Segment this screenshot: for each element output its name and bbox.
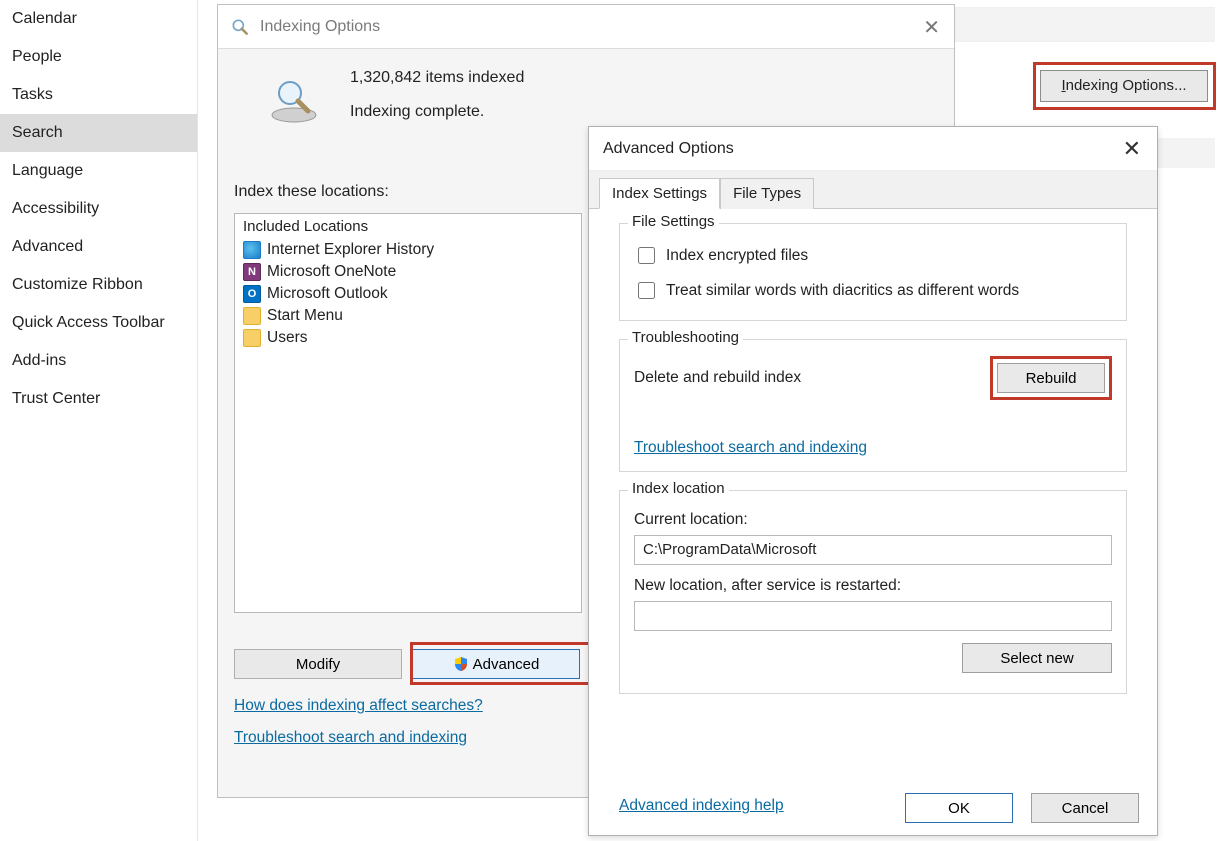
new-location-path	[634, 601, 1112, 631]
advanced-options-footer: OK Cancel	[905, 793, 1139, 823]
sidebar-item-advanced[interactable]: Advanced	[0, 228, 197, 266]
sidebar-item-trust-center[interactable]: Trust Center	[0, 380, 197, 418]
tab-file-types[interactable]: File Types	[720, 178, 814, 209]
advanced-options-titlebar: Advanced Options ✕	[589, 127, 1157, 171]
file-settings-group: File Settings Index encrypted files Trea…	[619, 223, 1127, 321]
close-icon[interactable]: ✕	[923, 15, 940, 40]
advanced-options-content: File Settings Index encrypted files Trea…	[589, 209, 1157, 783]
sidebar-item-quick-access-toolbar[interactable]: Quick Access Toolbar	[0, 304, 197, 342]
cancel-button[interactable]: Cancel	[1031, 793, 1139, 823]
sidebar-item-accessibility[interactable]: Accessibility	[0, 190, 197, 228]
diacritics-checkbox[interactable]	[638, 282, 655, 299]
indexing-options-button-label: Indexing Options...	[1061, 77, 1186, 94]
rebuild-button[interactable]: Rebuild	[997, 363, 1105, 393]
options-sidebar: Calendar People Tasks Search Language Ac…	[0, 0, 198, 841]
list-item: Start Menu	[235, 305, 581, 327]
indexing-options-titlebar: Indexing Options ✕	[218, 5, 954, 49]
sidebar-item-calendar[interactable]: Calendar	[0, 0, 197, 38]
delete-rebuild-label: Delete and rebuild index	[634, 369, 801, 387]
highlight-rebuild-button: Rebuild	[990, 356, 1112, 400]
included-locations-header: Included Locations	[235, 214, 581, 239]
troubleshooting-legend: Troubleshooting	[628, 329, 743, 346]
advanced-indexing-help-link[interactable]: Advanced indexing help	[619, 797, 784, 814]
indexing-status-label: Indexing complete.	[350, 103, 524, 121]
folder-icon	[243, 307, 261, 325]
file-settings-legend: File Settings	[628, 213, 719, 230]
select-new-button[interactable]: Select new	[962, 643, 1112, 673]
sidebar-item-tasks[interactable]: Tasks	[0, 76, 197, 114]
index-location-legend: Index location	[628, 480, 729, 497]
location-label: Microsoft OneNote	[267, 263, 396, 281]
list-item: Internet Explorer History	[235, 239, 581, 261]
location-label: Start Menu	[267, 307, 343, 325]
uac-shield-icon	[453, 656, 469, 672]
advanced-options-tabs: Index Settings File Types	[589, 171, 1157, 209]
current-location-label: Current location:	[634, 511, 1112, 529]
advanced-options-title: Advanced Options	[603, 140, 734, 158]
how-does-indexing-affect-link[interactable]: How does indexing affect searches?	[234, 697, 483, 715]
sidebar-item-search[interactable]: Search	[0, 114, 197, 152]
troubleshoot-search-indexing-link[interactable]: Troubleshoot search and indexing	[634, 439, 867, 456]
troubleshoot-search-link[interactable]: Troubleshoot search and indexing	[234, 729, 483, 747]
index-location-group: Index location Current location: C:\Prog…	[619, 490, 1127, 694]
indexing-options-button[interactable]: Indexing Options...	[1040, 70, 1208, 102]
sidebar-item-language[interactable]: Language	[0, 152, 197, 190]
onenote-icon: N	[243, 263, 261, 281]
items-indexed-label: 1,320,842 items indexed	[350, 69, 524, 87]
location-label: Internet Explorer History	[267, 241, 434, 259]
diacritics-label: Treat similar words with diacritics as d…	[666, 282, 1019, 300]
diacritics-checkbox-row[interactable]: Treat similar words with diacritics as d…	[634, 279, 1112, 302]
advanced-options-dialog: Advanced Options ✕ Index Settings File T…	[588, 126, 1158, 836]
close-icon[interactable]: ✕	[1123, 136, 1141, 162]
outlook-icon: O	[243, 285, 261, 303]
advanced-button[interactable]: Advanced	[412, 649, 580, 679]
location-label: Users	[267, 329, 307, 347]
sidebar-item-add-ins[interactable]: Add-ins	[0, 342, 197, 380]
ie-icon	[243, 241, 261, 259]
indexing-options-button-row: Modify Advanced	[234, 649, 580, 679]
index-encrypted-checkbox[interactable]	[638, 247, 655, 264]
folder-icon	[243, 329, 261, 347]
advanced-button-label: Advanced	[473, 656, 540, 673]
ok-button[interactable]: OK	[905, 793, 1013, 823]
sidebar-item-customize-ribbon[interactable]: Customize Ribbon	[0, 266, 197, 304]
options-pane-bg-top	[955, 7, 1215, 42]
list-item: Users	[235, 327, 581, 349]
indexing-options-title: Indexing Options	[260, 18, 380, 36]
io-links-area: How does indexing affect searches? Troub…	[234, 697, 483, 761]
index-encrypted-checkbox-row[interactable]: Index encrypted files	[634, 244, 1112, 267]
magnifier-large-icon	[264, 75, 324, 125]
troubleshooting-group: Troubleshooting Delete and rebuild index…	[619, 339, 1127, 472]
tab-index-settings[interactable]: Index Settings	[599, 178, 720, 209]
modify-button[interactable]: Modify	[234, 649, 402, 679]
current-location-path: C:\ProgramData\Microsoft	[634, 535, 1112, 565]
new-location-label: New location, after service is restarted…	[634, 577, 1112, 595]
included-locations-list[interactable]: Included Locations Internet Explorer His…	[234, 213, 582, 613]
sidebar-item-people[interactable]: People	[0, 38, 197, 76]
list-item: O Microsoft Outlook	[235, 283, 581, 305]
magnifier-icon	[230, 17, 250, 37]
location-label: Microsoft Outlook	[267, 285, 388, 303]
list-item: N Microsoft OneNote	[235, 261, 581, 283]
index-encrypted-label: Index encrypted files	[666, 247, 808, 265]
